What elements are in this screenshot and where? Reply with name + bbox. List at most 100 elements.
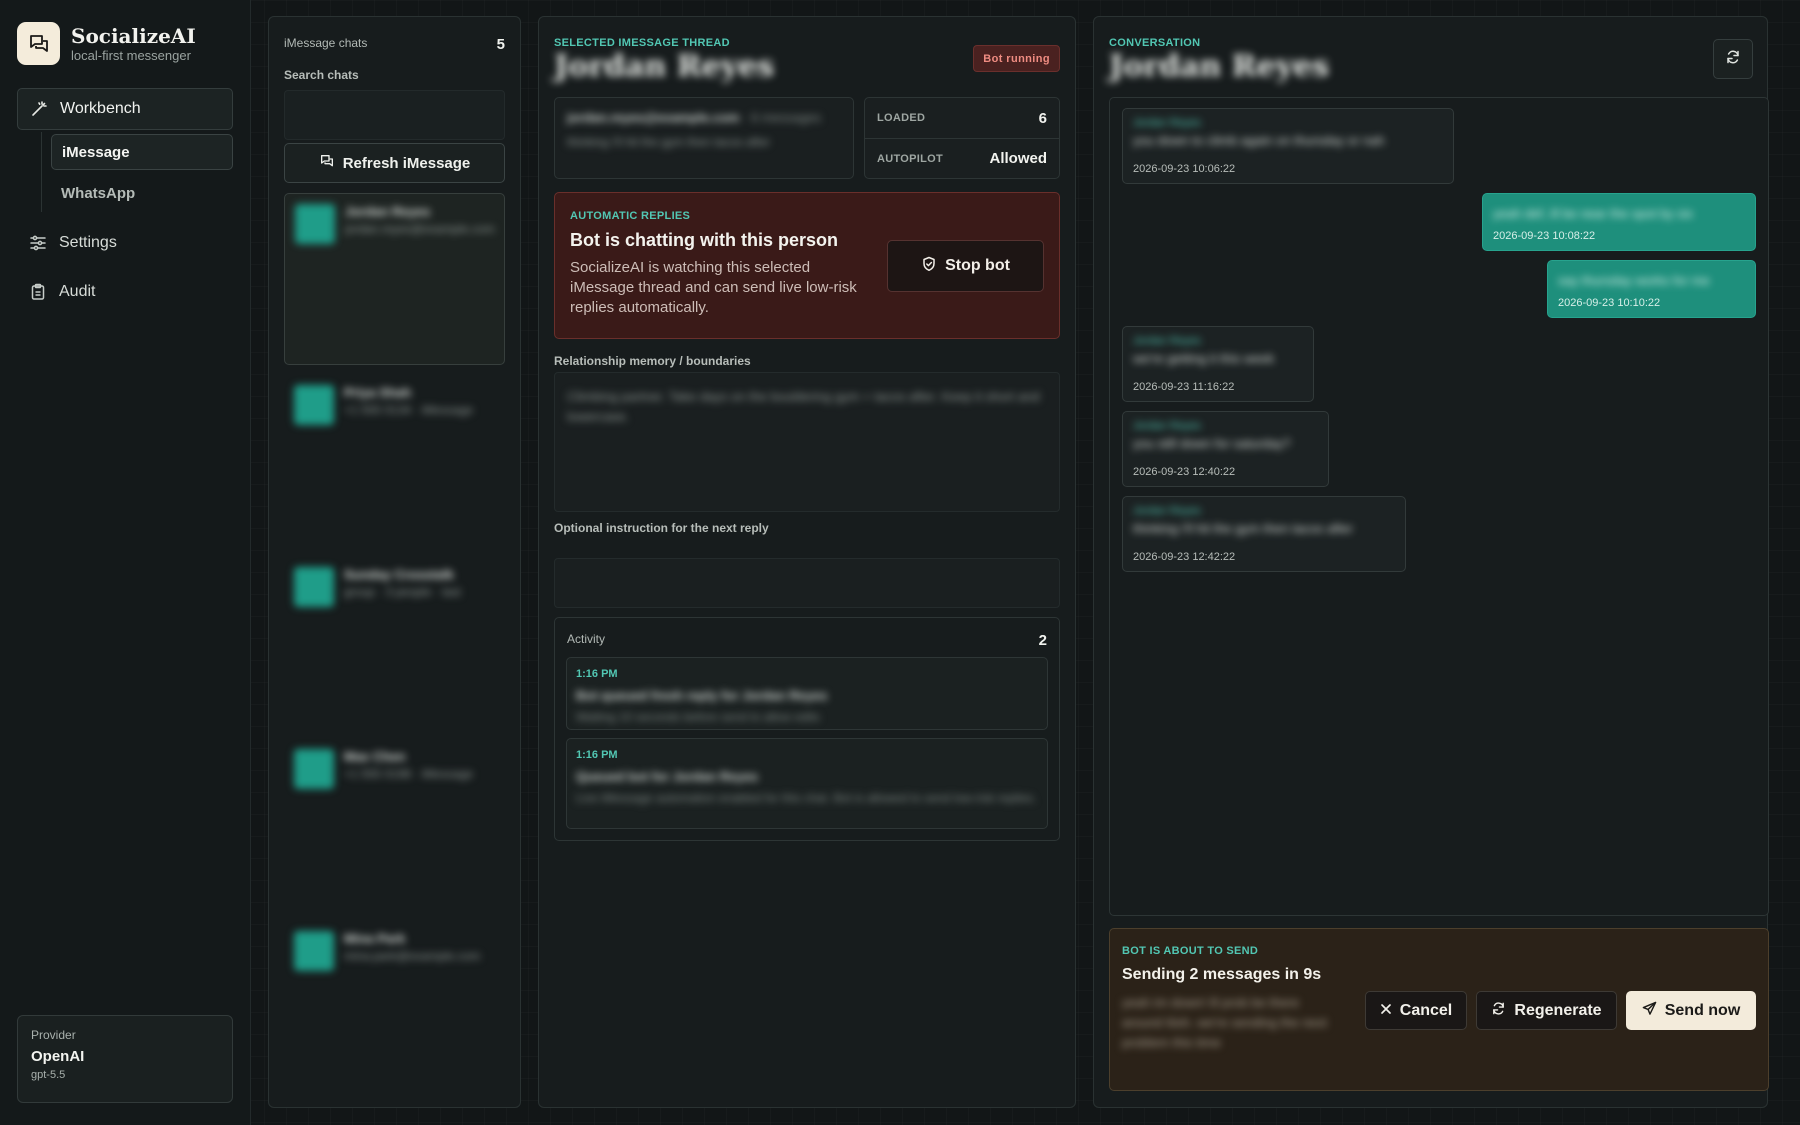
chat-name: Priya Shah [344, 385, 412, 400]
nav-whatsapp[interactable]: WhatsApp [51, 175, 233, 211]
message-bubble-outgoing: yeah def, ill be near the spot by six 20… [1482, 193, 1756, 251]
thread-panel: Selected iMessage thread Jordan Reyes Bo… [538, 16, 1076, 1108]
search-input[interactable] [284, 90, 505, 140]
regenerate-button[interactable]: Regenerate [1476, 991, 1617, 1030]
message-bubble-incoming: Jordan Reyes we're getting it this week … [1122, 326, 1314, 402]
contact-summary: jordan.reyes@example.com · 6 messages th… [554, 97, 854, 179]
conversation-title: Jordan Reyes [1109, 49, 1330, 84]
message-timestamp: 2026-09-23 12:40:22 [1133, 466, 1236, 478]
chat-list-item[interactable]: Jordan Reyes jordan.reyes@example.com [284, 193, 505, 365]
magic-wand-icon [30, 100, 48, 118]
avatar [294, 567, 334, 607]
message-bubble-incoming: Jordan Reyes you still down for saturday… [1122, 411, 1329, 487]
autopilot-value: Allowed [989, 150, 1047, 167]
chat-subtitle: mina.park@example.com [344, 949, 481, 963]
message-timestamp: 2026-09-23 10:10:22 [1558, 297, 1661, 309]
clipboard-icon [29, 283, 47, 301]
message-sender: Jordan Reyes [1133, 505, 1201, 517]
chats-count: 5 [496, 36, 505, 53]
activity-detail: Live iMessage automation enabled for thi… [576, 791, 1037, 805]
conversation-panel: Conversation Jordan Reyes Jordan Reyes y… [1093, 16, 1769, 1108]
activity-title-text: Queued bot for Jordan Reyes [576, 769, 759, 784]
stop-bot-label: Stop bot [945, 257, 1010, 274]
cancel-label: Cancel [1399, 1001, 1453, 1019]
message-timestamp: 2026-09-23 10:06:22 [1133, 163, 1236, 175]
chat-subtitle: +1 555 0198 · iMessage [344, 767, 474, 781]
nav-subtree-line [41, 132, 42, 212]
sliders-icon [29, 234, 47, 252]
sidebar: SocializeAI local-first messenger Workbe… [0, 0, 251, 1125]
message-sender: Jordan Reyes [1133, 117, 1201, 129]
loaded-value: 6 [1038, 109, 1047, 127]
chats-title: iMessage chats [284, 36, 368, 50]
refresh-imessage-button[interactable]: Refresh iMessage [284, 143, 505, 183]
shield-check-icon [921, 256, 937, 277]
auto-description: SocializeAI is watching this selected iM… [570, 259, 857, 316]
memory-text: Climbing partner. Take days on the bould… [567, 389, 1040, 424]
memory-textarea[interactable]: Climbing partner. Take days on the bould… [554, 372, 1060, 512]
message-body: thinking i'll hit the gym then tacos aft… [1133, 521, 1353, 536]
thread-eyebrow: Selected iMessage thread [554, 37, 730, 49]
chat-subtitle: group · 3 people · last [344, 585, 461, 599]
nav-workbench[interactable]: Workbench [17, 88, 233, 130]
refresh-imessage-label: Refresh iMessage [342, 154, 471, 172]
chat-list-item[interactable]: Max Chen +1 555 0198 · iMessage [284, 739, 505, 911]
nav-audit-label: Audit [59, 283, 96, 300]
refresh-icon [1491, 1001, 1506, 1021]
brand-tagline: local-first messenger [71, 48, 191, 63]
loaded-label: Loaded [877, 112, 926, 124]
stop-bot-button[interactable]: Stop bot [887, 240, 1044, 292]
message-sender: Jordan Reyes [1133, 420, 1201, 432]
automatic-replies-card: Automatic replies Bot is chatting with t… [554, 192, 1060, 339]
chat-name: Sunday Crosstalk [344, 567, 454, 582]
message-list: Jordan Reyes you down to climb again on … [1109, 97, 1769, 916]
send-countdown: Sending 2 messages in 9s [1122, 966, 1322, 983]
activity-time: 1:16 PM [576, 668, 618, 680]
message-body: say thursday works for me [1558, 273, 1710, 288]
activity-title-text: Bot queued fresh reply for Jordan Reyes [576, 688, 828, 703]
chat-subtitle: jordan.reyes@example.com [345, 222, 494, 236]
status-badge: Bot running [973, 45, 1060, 72]
message-timestamp: 2026-09-23 10:08:22 [1493, 230, 1596, 242]
chat-name: Max Chen [344, 749, 406, 764]
cancel-button[interactable]: Cancel [1365, 991, 1467, 1030]
activity-item: 1:16 PM Queued bot for Jordan Reyes Live… [566, 738, 1048, 829]
message-body: you down to climb again on thursday or n… [1133, 133, 1385, 148]
nav-settings-label: Settings [59, 234, 117, 251]
contact-preview: thinking i'll hit the gym then tacos aft… [567, 135, 771, 149]
send-now-button[interactable]: Send now [1626, 991, 1756, 1030]
activity-item: 1:16 PM Bot queued fresh reply for Jorda… [566, 657, 1048, 730]
provider-name: OpenAI [31, 1048, 85, 1065]
activity-title: Activity [567, 632, 606, 646]
chat-list-item[interactable]: Mina Park mina.park@example.com [284, 921, 505, 1093]
message-timestamp: 2026-09-23 12:42:22 [1133, 551, 1236, 563]
activity-detail: Waiting 10 seconds before send to allow … [576, 710, 820, 724]
chat-bubbles-icon [319, 153, 335, 173]
message-bubble-incoming: Jordan Reyes you down to climb again on … [1122, 108, 1454, 184]
activity-time: 1:16 PM [576, 749, 618, 761]
message-bubble-incoming: Jordan Reyes thinking i'll hit the gym t… [1122, 496, 1406, 572]
send-icon [1642, 1001, 1657, 1021]
nav-workbench-label: Workbench [60, 100, 141, 117]
avatar [294, 749, 334, 789]
chat-list-item[interactable]: Sunday Crosstalk group · 3 people · last [284, 557, 505, 729]
brand-name: SocializeAI [71, 24, 196, 48]
instruction-input[interactable] [554, 558, 1060, 608]
avatar [294, 931, 334, 971]
nav-audit[interactable]: Audit [17, 271, 233, 313]
nav-imessage[interactable]: iMessage [51, 134, 233, 170]
provider-model: gpt-5.5 [31, 1069, 66, 1081]
conversation-eyebrow: Conversation [1109, 37, 1201, 49]
search-label: Search chats [284, 68, 359, 82]
nav-settings[interactable]: Settings [17, 222, 233, 264]
chat-list-item[interactable]: Priya Shah +1 555 0134 · iMessage [284, 375, 505, 547]
regenerate-label: Regenerate [1514, 1001, 1602, 1019]
chats-panel: iMessage chats 5 Search chats Refresh iM… [268, 16, 521, 1108]
activity-panel: Activity 2 1:16 PM Bot queued fresh repl… [554, 617, 1060, 841]
refresh-conversation-button[interactable] [1713, 39, 1753, 79]
provider-card[interactable]: Provider OpenAI gpt-5.5 [17, 1015, 233, 1103]
avatar [294, 385, 334, 425]
autopilot-label: Autopilot [877, 152, 944, 165]
avatar [295, 204, 335, 244]
memory-label: Relationship memory / boundaries [554, 354, 751, 368]
